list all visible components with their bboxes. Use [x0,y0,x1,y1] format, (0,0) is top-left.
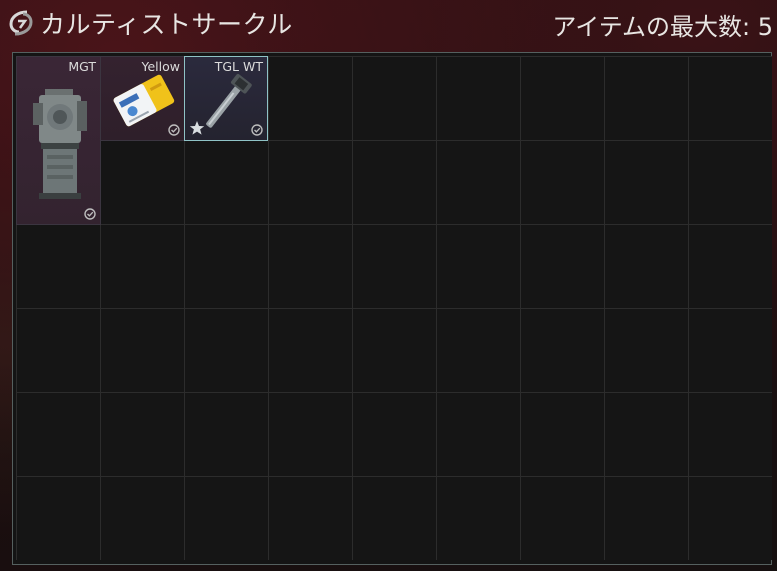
item-label: MGT [68,59,96,74]
checkmark-icon [84,208,96,220]
keycard-icon [113,74,175,127]
favorite-star-icon [189,121,205,135]
item-mgt[interactable]: MGT [16,56,101,225]
checkmark-icon [251,124,263,136]
item-yellow-keycard[interactable]: Yellow [100,56,185,141]
item-tgl-wt[interactable]: TGL WT [184,56,268,141]
header: カルティストサークル アイテムの最大数: 5 [0,0,777,50]
max-items-count: アイテムの最大数: 5 [552,13,773,41]
mgt-generator-icon [33,89,87,199]
page-title: カルティストサークル [40,10,293,39]
cultist-circle-icon [9,10,33,36]
checkmark-icon [168,124,180,136]
